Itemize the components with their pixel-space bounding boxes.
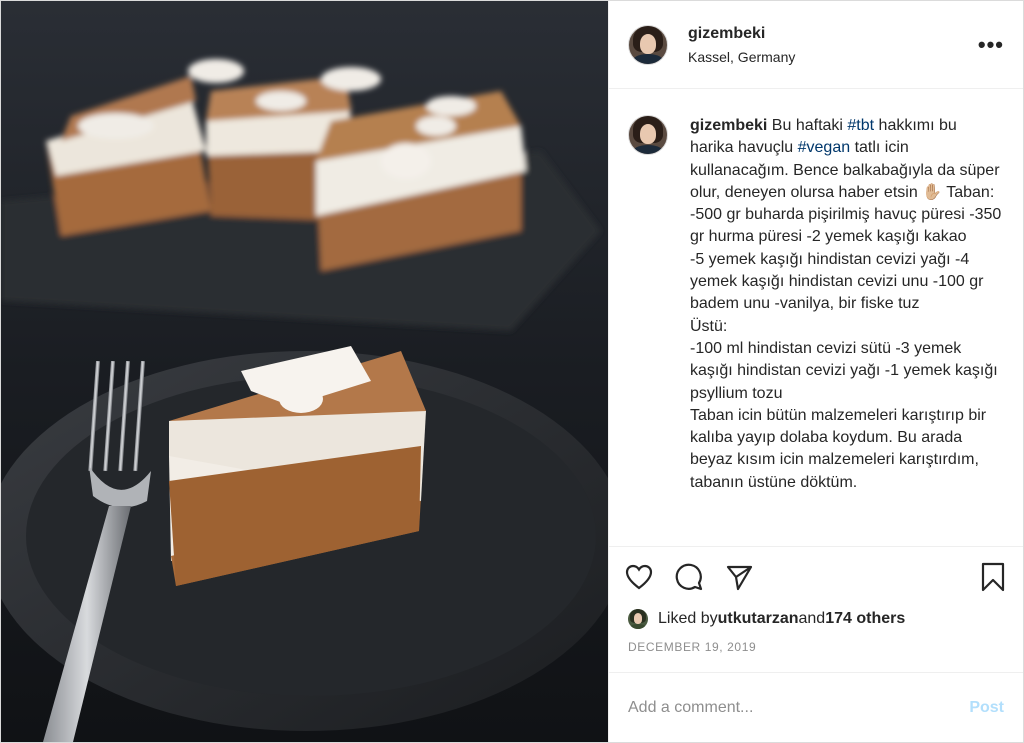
caption-text: gizembeki Bu haftaki #tbt hakkımı bu har… (690, 115, 1004, 546)
bookmark-icon[interactable] (977, 561, 1009, 593)
likes-others-link[interactable]: 174 others (825, 610, 905, 628)
cake-photo-illustration (1, 1, 608, 742)
comment-icon[interactable] (673, 561, 705, 593)
header-text: gizembeki Kassel, Germany (688, 25, 978, 65)
caption-area: gizembeki Bu haftaki #tbt hakkımı bu har… (609, 89, 1023, 546)
comment-input[interactable] (628, 698, 970, 717)
likes-summary: Liked by utkutarzan and 174 others (609, 606, 1023, 632)
post-header: gizembeki Kassel, Germany ••• (609, 1, 1023, 89)
likes-prefix: Liked by (658, 610, 718, 627)
post-sidebar: gizembeki Kassel, Germany ••• gizembeki … (608, 1, 1023, 742)
post-date[interactable]: DECEMBER 19, 2019 (609, 632, 1023, 672)
username-link[interactable]: gizembeki (688, 25, 978, 43)
liker-avatar[interactable] (628, 609, 648, 629)
share-icon[interactable] (723, 561, 755, 593)
caption-avatar[interactable] (628, 115, 668, 155)
post-photo[interactable] (1, 1, 608, 742)
hashtag-vegan[interactable]: #vegan (798, 139, 851, 156)
comment-box: Post (609, 672, 1023, 742)
hashtag-tbt[interactable]: #tbt (847, 117, 874, 134)
action-bar (609, 546, 1023, 606)
caption-username[interactable]: gizembeki (690, 117, 767, 134)
liker-username[interactable]: utkutarzan (718, 610, 799, 628)
likes-middle: and (798, 610, 826, 627)
location-link[interactable]: Kassel, Germany (688, 49, 978, 65)
caption-part-1: Bu haftaki (767, 117, 848, 134)
avatar[interactable] (628, 24, 668, 65)
more-icon[interactable]: ••• (978, 32, 1004, 58)
caption-part-3: tatlı icin kullanacağım. Bence balkabağı… (690, 139, 1002, 491)
post-button[interactable]: Post (969, 699, 1004, 717)
heart-icon[interactable] (623, 561, 655, 593)
post-container: gizembeki Kassel, Germany ••• gizembeki … (0, 0, 1024, 743)
